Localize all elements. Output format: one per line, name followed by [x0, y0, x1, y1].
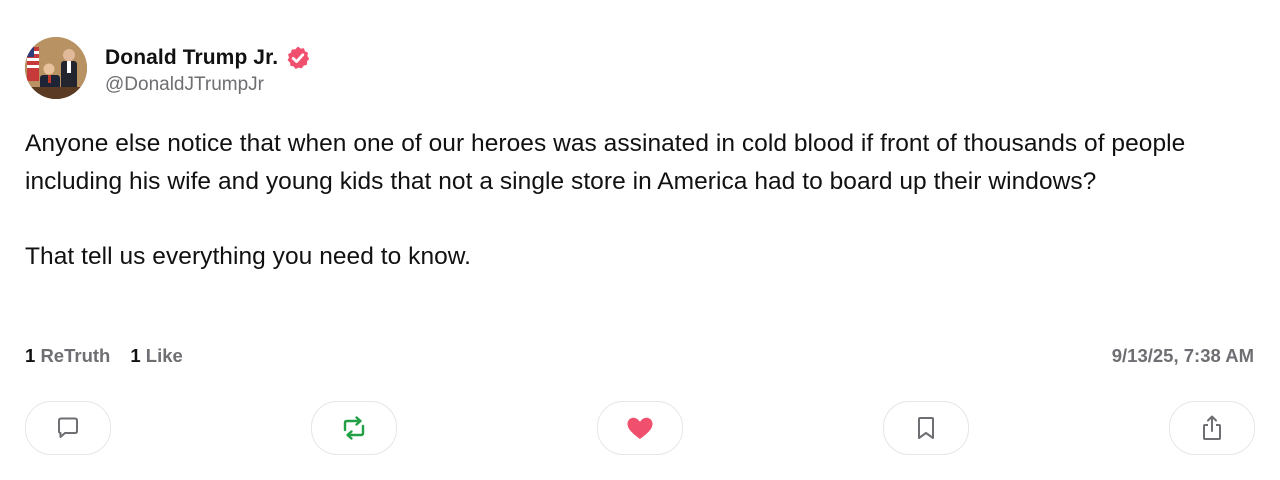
verified-badge-icon [285, 45, 311, 71]
bookmark-button[interactable] [883, 401, 969, 455]
like-label: Like [145, 345, 183, 366]
reply-button[interactable] [25, 401, 111, 455]
retruth-stat[interactable]: 1 ReTruth [25, 345, 110, 367]
retruth-button[interactable] [311, 401, 397, 455]
retruth-icon [339, 414, 369, 442]
like-stat[interactable]: 1 Like [130, 345, 182, 367]
heart-icon [625, 414, 655, 442]
bookmark-icon [914, 414, 938, 442]
post-text: Anyone else notice that when one of our … [25, 130, 1186, 270]
post-header: Donald Trump Jr. @DonaldJTrumpJr [25, 37, 311, 99]
like-button[interactable] [597, 401, 683, 455]
author-name[interactable]: Donald Trump Jr. [105, 46, 278, 70]
retruth-count: 1 [25, 345, 36, 366]
like-count: 1 [130, 345, 141, 366]
author-handle[interactable]: @DonaldJTrumpJr [105, 74, 311, 96]
share-icon [1199, 414, 1225, 442]
avatar-photo [25, 37, 87, 99]
avatar[interactable] [25, 37, 87, 99]
retruth-label: ReTruth [40, 345, 111, 366]
comment-icon [54, 414, 82, 442]
share-button[interactable] [1169, 401, 1255, 455]
post-stats: 1 ReTruth 1 Like [25, 345, 203, 367]
action-bar [25, 401, 1255, 456]
post-timestamp[interactable]: 9/13/25, 7:38 AM [1112, 345, 1254, 367]
